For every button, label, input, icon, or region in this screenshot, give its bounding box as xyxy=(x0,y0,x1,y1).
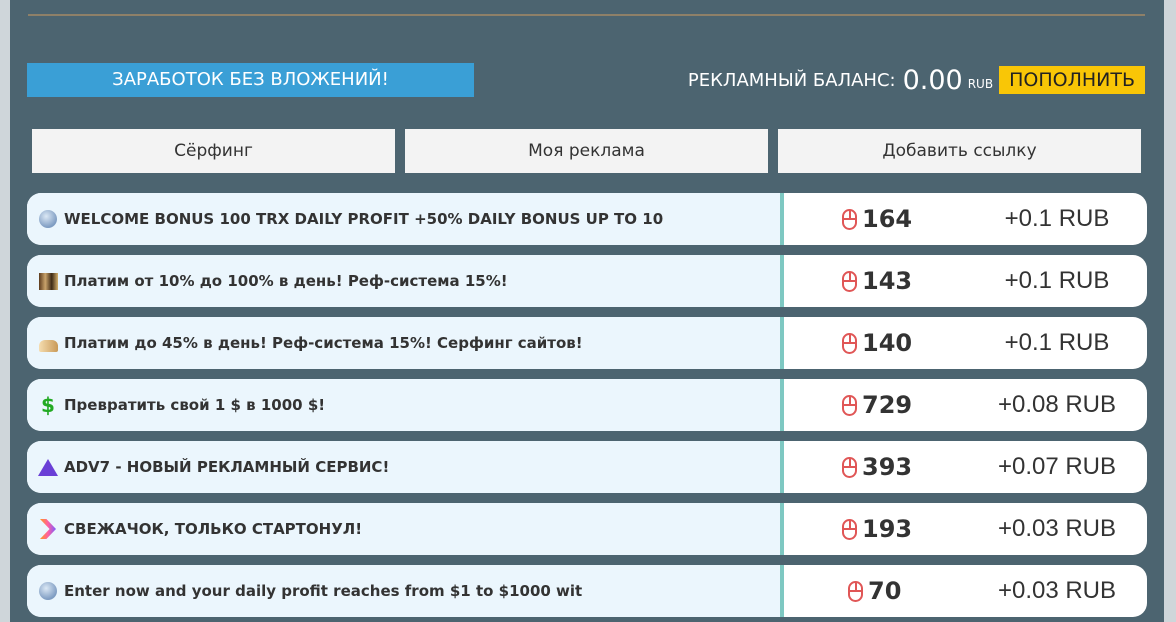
ad-reward: +0.1 RUB xyxy=(1004,267,1110,294)
ad-title-cell[interactable]: Enter now and your daily profit reaches … xyxy=(27,565,784,617)
ad-view-count: 140 xyxy=(862,329,913,357)
ad-reward: +0.03 RUB xyxy=(997,577,1117,604)
mouse-icon xyxy=(842,394,857,416)
tab-surfing[interactable]: Сёрфинг xyxy=(32,129,395,173)
ad-balance: РЕКЛАМНЫЙ БАЛАНС: 0.00 RUB ПОПОЛНИТЬ xyxy=(688,62,1145,98)
balance-currency: RUB xyxy=(967,77,994,91)
ad-title[interactable]: ADV7 - НОВЫЙ РЕКЛАМНЫЙ СЕРВИС! xyxy=(64,458,389,476)
ad-title-cell[interactable]: $ Превратить свой 1 $ в 1000 $! xyxy=(27,379,784,431)
ad-row[interactable]: Платим до 45% в день! Реф-система 15%! С… xyxy=(27,317,1147,369)
tab-add-link[interactable]: Добавить ссылку xyxy=(778,129,1141,173)
ad-view-count: 143 xyxy=(862,267,913,295)
mouse-icon xyxy=(842,332,857,354)
ad-views: 193 xyxy=(842,503,912,555)
ad-view-count: 70 xyxy=(868,577,902,605)
ad-title-cell[interactable]: Платим до 45% в день! Реф-система 15%! С… xyxy=(27,317,784,369)
ad-row[interactable]: WELCOME BONUS 100 TRX DAILY PROFIT +50% … xyxy=(27,193,1147,245)
ad-row[interactable]: $ Превратить свой 1 $ в 1000 $! 729 +0.0… xyxy=(27,379,1147,431)
mouse-icon xyxy=(842,270,857,292)
mouse-icon xyxy=(848,580,863,602)
ad-title[interactable]: Платим до 45% в день! Реф-система 15%! С… xyxy=(64,334,583,352)
ad-view-count: 729 xyxy=(862,391,913,419)
ad-view-count: 193 xyxy=(862,515,913,543)
ad-title[interactable]: Платим от 10% до 100% в день! Реф-систем… xyxy=(64,272,508,290)
ad-views: 70 xyxy=(848,565,901,617)
main-panel: ЗАРАБОТОК БЕЗ ВЛОЖЕНИЙ! РЕКЛАМНЫЙ БАЛАНС… xyxy=(10,0,1164,622)
divider xyxy=(28,14,1145,16)
ad-title[interactable]: Превратить свой 1 $ в 1000 $! xyxy=(64,396,325,414)
ad-title[interactable]: WELCOME BONUS 100 TRX DAILY PROFIT +50% … xyxy=(64,210,663,228)
globe-icon xyxy=(38,209,58,229)
ad-views: 143 xyxy=(842,255,912,307)
ad-row[interactable]: Платим от 10% до 100% в день! Реф-систем… xyxy=(27,255,1147,307)
ad-reward: +0.08 RUB xyxy=(997,391,1117,418)
ad-title-cell[interactable]: WELCOME BONUS 100 TRX DAILY PROFIT +50% … xyxy=(27,193,784,245)
ad-reward: +0.07 RUB xyxy=(997,453,1117,480)
ad-row[interactable]: Enter now and your daily profit reaches … xyxy=(27,565,1147,617)
ad-view-count: 164 xyxy=(862,205,913,233)
ad-views: 729 xyxy=(842,379,912,431)
ad-reward: +0.1 RUB xyxy=(1004,329,1110,356)
thumbnail-icon xyxy=(38,271,58,291)
tabs: Сёрфинг Моя реклама Добавить ссылку xyxy=(32,129,1141,173)
mouse-icon xyxy=(842,456,857,478)
mouse-icon xyxy=(842,518,857,540)
hand-icon xyxy=(38,333,58,353)
ad-views: 164 xyxy=(842,193,912,245)
tab-my-ads[interactable]: Моя реклама xyxy=(405,129,768,173)
balance-label: РЕКЛАМНЫЙ БАЛАНС: xyxy=(687,69,896,91)
ad-row[interactable]: СВЕЖАЧОК, ТОЛЬКО СТАРТОНУЛ! 193 +0.03 RU… xyxy=(27,503,1147,555)
ad-title-cell[interactable]: ADV7 - НОВЫЙ РЕКЛАМНЫЙ СЕРВИС! xyxy=(27,441,784,493)
globe-icon xyxy=(38,581,58,601)
triangle-logo-icon xyxy=(38,457,58,477)
ad-view-count: 393 xyxy=(862,453,913,481)
ad-title[interactable]: СВЕЖАЧОК, ТОЛЬКО СТАРТОНУЛ! xyxy=(64,520,362,538)
balance-amount: 0.00 xyxy=(902,64,963,96)
chevron-logo-icon xyxy=(38,519,58,539)
mouse-icon xyxy=(842,208,857,230)
ad-row[interactable]: ADV7 - НОВЫЙ РЕКЛАМНЫЙ СЕРВИС! 393 +0.07… xyxy=(27,441,1147,493)
ad-reward: +0.1 RUB xyxy=(1004,205,1110,232)
ad-title-cell[interactable]: Платим от 10% до 100% в день! Реф-систем… xyxy=(27,255,784,307)
earn-without-investment-button[interactable]: ЗАРАБОТОК БЕЗ ВЛОЖЕНИЙ! xyxy=(27,63,474,97)
ad-title-cell[interactable]: СВЕЖАЧОК, ТОЛЬКО СТАРТОНУЛ! xyxy=(27,503,784,555)
ad-reward: +0.03 RUB xyxy=(997,515,1117,542)
topup-button[interactable]: ПОПОЛНИТЬ xyxy=(999,66,1145,94)
dollar-icon: $ xyxy=(41,393,55,417)
ad-views: 393 xyxy=(842,441,912,493)
ad-views: 140 xyxy=(842,317,912,369)
ad-title[interactable]: Enter now and your daily profit reaches … xyxy=(64,582,582,600)
